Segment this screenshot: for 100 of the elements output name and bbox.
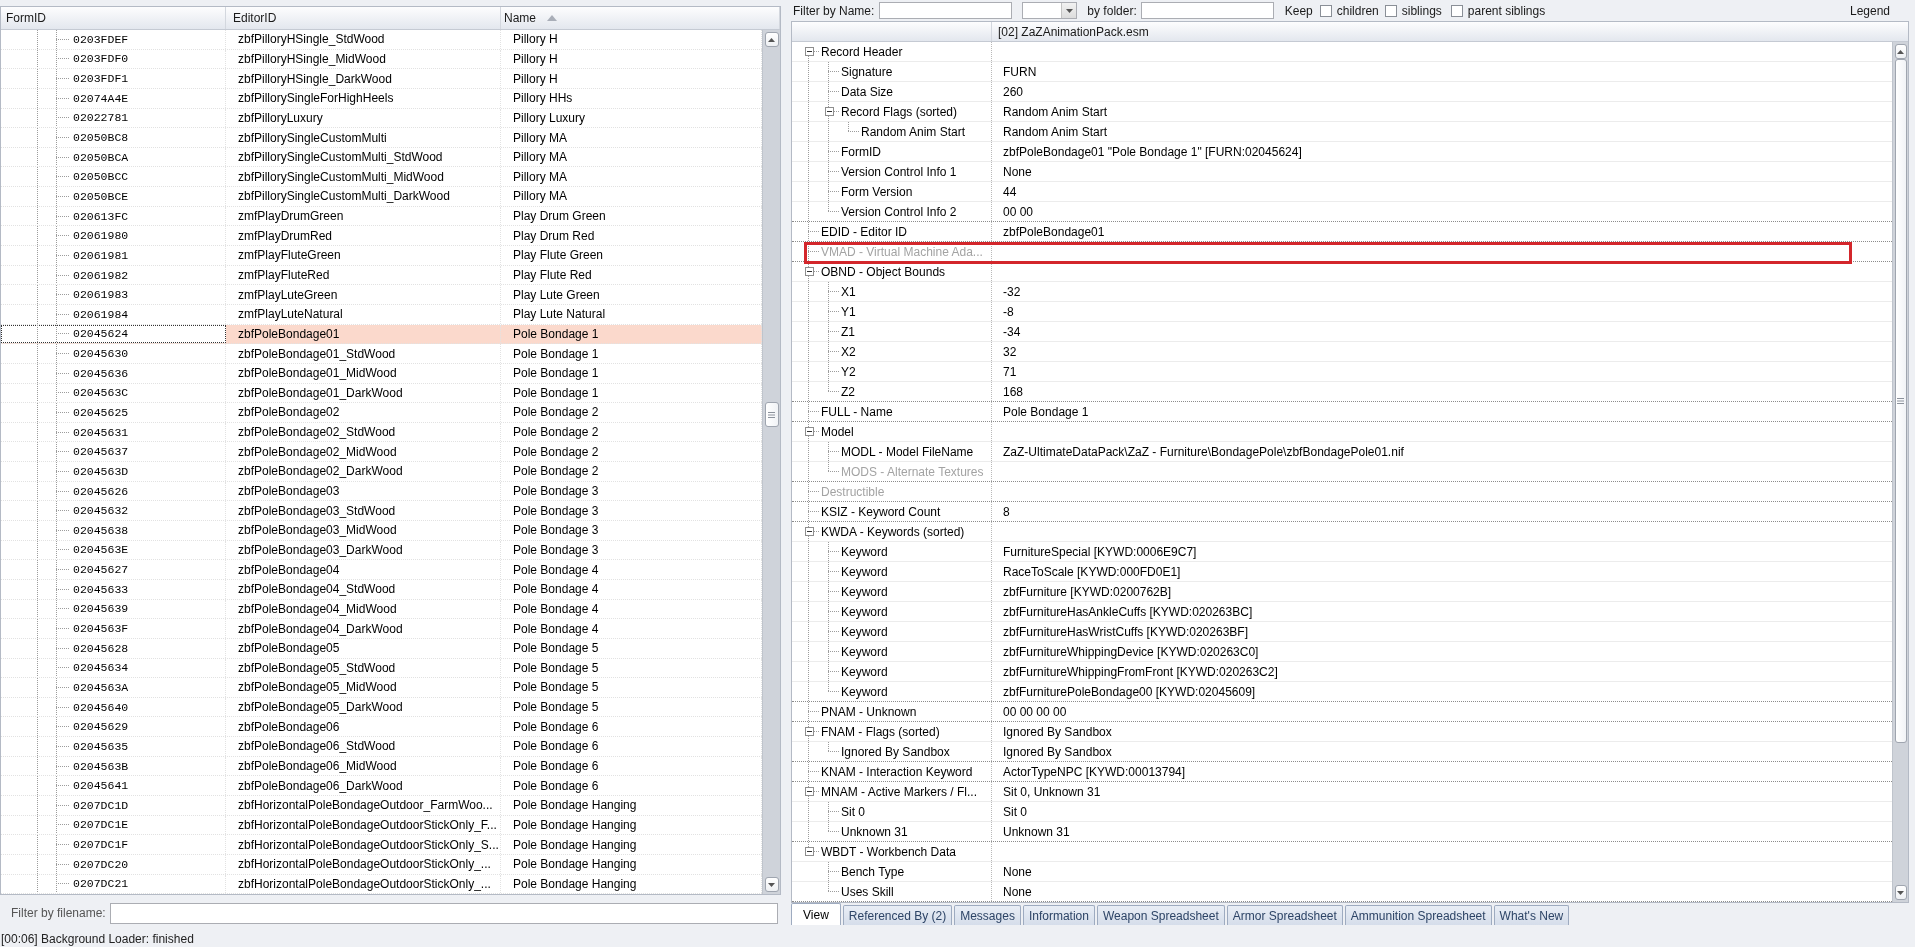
tree-row[interactable]: Version Control Info 2 00 00: [792, 202, 1892, 222]
record-row[interactable]: 02061983 zmfPlayLuteGreen Play Lute Green: [1, 285, 762, 305]
scrollbar-track[interactable]: [1892, 42, 1908, 902]
record-row[interactable]: 020613FC zmfPlayDrumGreen Play Drum Green: [1, 206, 762, 227]
tree-row[interactable]: WBDT - Workbench Data: [792, 842, 1892, 862]
tree-row[interactable]: Keyword RaceToScale [KYWD:000FD0E1]: [792, 562, 1892, 582]
record-row[interactable]: 02045628 zbfPoleBondage05 Pole Bondage 5: [1, 638, 762, 659]
record-row[interactable]: 0207DC1E zbfHorizontalPoleBondageOutdoorStickOnly_F... Pole Bondage Hanging: [1, 815, 762, 836]
tree-row[interactable]: KNAM - Interaction Keyword ActorTypeNPC [KYWD:00013794]: [792, 762, 1892, 782]
tree-row[interactable]: Keyword zbfFurniture [KYWD:0200762B]: [792, 582, 1892, 602]
record-row[interactable]: 02050BCE zbfPillorySingleCustomMulti_DarkWood Pillory MA: [1, 187, 762, 207]
collapse-icon[interactable]: [804, 47, 814, 56]
tab[interactable]: Information: [1022, 905, 1095, 925]
column-header[interactable]: EditorID: [226, 7, 501, 29]
collapse-icon[interactable]: [804, 847, 814, 856]
record-row[interactable]: 02045626 zbfPoleBondage03 Pole Bondage 3: [1, 481, 762, 502]
tab[interactable]: What's New: [1493, 905, 1570, 925]
tree-row[interactable]: Model: [792, 422, 1892, 442]
tab[interactable]: Referenced By (2): [842, 905, 953, 925]
record-row[interactable]: 02045631 zbfPoleBondage02_StdWood Pole Bondage 2: [1, 422, 762, 443]
scroll-down-button[interactable]: [764, 877, 779, 892]
record-row[interactable]: 0204563B zbfPoleBondage06_MidWood Pole Bondage 6: [1, 756, 762, 777]
record-row[interactable]: 02045639 zbfPoleBondage04_MidWood Pole Bondage 4: [1, 599, 762, 620]
record-row[interactable]: 02045637 zbfPoleBondage02_MidWood Pole Bondage 2: [1, 442, 762, 463]
checkbox[interactable]: [1450, 4, 1463, 17]
record-row[interactable]: 02074A4E zbfPillorySingleForHighHeels Pillory HHs: [1, 88, 762, 109]
record-row[interactable]: 02045629 zbfPoleBondage06 Pole Bondage 6: [1, 717, 762, 738]
tree-row[interactable]: Sit 0 Sit 0: [792, 802, 1892, 822]
tree-row[interactable]: Ignored By Sandbox Ignored By Sandbox: [792, 742, 1892, 762]
collapse-icon[interactable]: [804, 787, 814, 796]
record-row[interactable]: 02045640 zbfPoleBondage05_DarkWood Pole Bondage 5: [1, 697, 762, 718]
tree-row[interactable]: Keyword zbfFurniturePoleBondage00 [KYWD:02045609]: [792, 682, 1892, 702]
column-header[interactable]: Name: [501, 7, 780, 29]
record-row[interactable]: 0204563E zbfPoleBondage03_DarkWood Pole Bondage 3: [1, 540, 762, 561]
tree-row[interactable]: Keyword zbfFurnitureHasWristCuffs [KYWD:020263BF]: [792, 622, 1892, 642]
name-filter-field[interactable]: [879, 2, 1013, 19]
record-row[interactable]: 02061982 zmfPlayFluteRed Play Flute Red: [1, 265, 762, 286]
record-row[interactable]: 02045635 zbfPoleBondage06_StdWood Pole Bondage 6: [1, 737, 762, 757]
scroll-thumb[interactable]: [764, 402, 779, 427]
column-header[interactable]: FormID: [1, 7, 226, 29]
tree-row[interactable]: Keyword FurnitureSpecial [KYWD:0006E9C7]: [792, 542, 1892, 562]
record-row[interactable]: 02022781 zbfPilloryLuxury Pillory Luxury: [1, 108, 762, 129]
tree-row[interactable]: MODL - Model FileName ZaZ-UltimateDataPack\ZaZ - Furniture\BondagePole\zbfBondagePole01.nif: [792, 442, 1892, 462]
tree-row[interactable]: OBND - Object Bounds: [792, 262, 1892, 282]
record-row[interactable]: 0207DC1F zbfHorizontalPoleBondageOutdoorStickOnly_S... Pole Bondage Hanging: [1, 835, 762, 855]
tab[interactable]: Ammunition Spreadsheet: [1344, 905, 1492, 925]
tree-row[interactable]: X1 -32: [792, 282, 1892, 302]
record-row[interactable]: 0203FDF0 zbfPilloryHSingle_MidWood Pillory H: [1, 49, 762, 70]
tree-row[interactable]: Keyword zbfFurnitureWhippingFromFront [KYWD:020263C2]: [792, 662, 1892, 682]
tree-row[interactable]: Z2 168: [792, 382, 1892, 402]
record-row[interactable]: 02050BCA zbfPillorySingleCustomMulti_StdWood Pillory MA: [1, 147, 762, 168]
scroll-up-button[interactable]: [1894, 44, 1907, 59]
tab[interactable]: Armor Spreadsheet: [1226, 905, 1343, 925]
tree-row[interactable]: FULL - Name Pole Bondage 1: [792, 402, 1892, 422]
tree-row[interactable]: Random Anim Start Random Anim Start: [792, 122, 1892, 142]
record-row[interactable]: 0204563C zbfPoleBondage01_DarkWood Pole Bondage 1: [1, 383, 762, 404]
record-row[interactable]: 0203FDEF zbfPilloryHSingle_StdWood Pillory H: [1, 30, 762, 50]
tree-row[interactable]: FNAM - Flags (sorted) Ignored By Sandbox: [792, 722, 1892, 742]
checkbox[interactable]: [1384, 4, 1397, 17]
collapse-icon[interactable]: [824, 107, 834, 116]
collapse-icon[interactable]: [804, 527, 814, 536]
tree-row[interactable]: Form Version 44: [792, 182, 1892, 202]
tree-row[interactable]: Keyword zbfFurnitureHasAnkleCuffs [KYWD:020263BC]: [792, 602, 1892, 622]
tree-row[interactable]: Version Control Info 1 None: [792, 162, 1892, 182]
record-row[interactable]: 0207DC20 zbfHorizontalPoleBondageOutdoorStickOnly_... Pole Bondage Hanging: [1, 854, 762, 875]
record-row[interactable]: 0204563F zbfPoleBondage04_DarkWood Pole Bondage 4: [1, 619, 762, 639]
record-row[interactable]: 0207DC21 zbfHorizontalPoleBondageOutdoorStickOnly_... Pole Bondage Hanging: [1, 874, 762, 895]
tree-row[interactable]: Z1 -34: [792, 322, 1892, 342]
legend-button[interactable]: Legend: [1847, 3, 1892, 18]
tab[interactable]: View: [791, 903, 841, 925]
collapse-icon[interactable]: [804, 267, 814, 276]
record-row[interactable]: 02045625 zbfPoleBondage02 Pole Bondage 2: [1, 403, 762, 423]
scroll-up-button[interactable]: [764, 32, 779, 47]
tree-row[interactable]: MNAM - Active Markers / Fl... Sit 0, Unknown 31: [792, 782, 1892, 802]
tree-row[interactable]: Keyword zbfFurnitureWhippingDevice [KYWD:020263C0]: [792, 642, 1892, 662]
record-row[interactable]: 02061980 zmfPlayDrumRed Play Drum Red: [1, 226, 762, 247]
tree-row[interactable]: KWDA - Keywords (sorted): [792, 522, 1892, 542]
record-row[interactable]: 02045630 zbfPoleBondage01_StdWood Pole Bondage 1: [1, 344, 762, 364]
tree-row[interactable]: Data Size 260: [792, 82, 1892, 102]
record-row[interactable]: 0204563D zbfPoleBondage02_DarkWood Pole Bondage 2: [1, 462, 762, 482]
record-row[interactable]: 02045636 zbfPoleBondage01_MidWood Pole Bondage 1: [1, 363, 762, 384]
tree-row[interactable]: X2 32: [792, 342, 1892, 362]
collapse-icon[interactable]: [804, 427, 814, 436]
tab[interactable]: Messages: [954, 905, 1021, 925]
record-row[interactable]: 02061981 zmfPlayFluteGreen Play Flute Green: [1, 246, 762, 266]
tree-row[interactable]: KSIZ - Keyword Count 8: [792, 502, 1892, 522]
tree-row[interactable]: Bench Type None: [792, 862, 1892, 882]
record-row[interactable]: 02061984 zmfPlayLuteNatural Play Lute Natural: [1, 304, 762, 325]
checkbox[interactable]: [1319, 4, 1332, 17]
tree-row[interactable]: FormID zbfPoleBondage01 "Pole Bondage 1" [FURN:02045624]: [792, 142, 1892, 162]
record-row[interactable]: 02045632 zbfPoleBondage03_StdWood Pole Bondage 3: [1, 501, 762, 521]
scroll-down-button[interactable]: [1894, 885, 1907, 900]
tab[interactable]: Weapon Spreadsheet: [1096, 905, 1225, 925]
record-row[interactable]: 02045633 zbfPoleBondage04_StdWood Pole Bondage 4: [1, 579, 762, 600]
record-row[interactable]: 02045627 zbfPoleBondage04 Pole Bondage 4: [1, 560, 762, 580]
tree-row[interactable]: Y2 71: [792, 362, 1892, 382]
tree-row[interactable]: Record Flags (sorted) Random Anim Start: [792, 102, 1892, 122]
record-row[interactable]: 02050BCC zbfPillorySingleCustomMulti_MidWood Pillory MA: [1, 167, 762, 188]
record-row[interactable]: 02045638 zbfPoleBondage03_MidWood Pole Bondage 3: [1, 521, 762, 541]
record-row[interactable]: 0207DC1D zbfHorizontalPoleBondageOutdoor_FarmWoo... Pole Bondage Hanging: [1, 796, 762, 816]
